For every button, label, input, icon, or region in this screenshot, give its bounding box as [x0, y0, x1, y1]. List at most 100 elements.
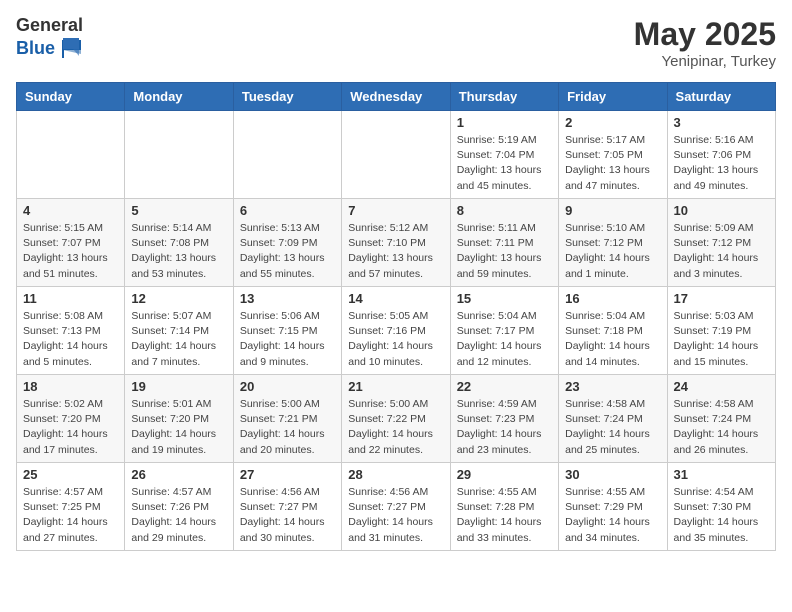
day-number: 3: [674, 115, 769, 130]
day-info: Sunrise: 5:01 AMSunset: 7:20 PMDaylight:…: [131, 397, 226, 458]
calendar-cell: 31 Sunrise: 4:54 AMSunset: 7:30 PMDayligh…: [667, 463, 775, 551]
weekday-header-sunday: Sunday: [17, 83, 125, 111]
day-number: 1: [457, 115, 552, 130]
day-info: Sunrise: 4:58 AMSunset: 7:24 PMDaylight:…: [565, 397, 660, 458]
day-number: 2: [565, 115, 660, 130]
day-number: 10: [674, 203, 769, 218]
day-info: Sunrise: 5:08 AMSunset: 7:13 PMDaylight:…: [23, 309, 118, 370]
calendar-cell: 23 Sunrise: 4:58 AMSunset: 7:24 PMDayligh…: [559, 375, 667, 463]
calendar-cell: 8 Sunrise: 5:11 AMSunset: 7:11 PMDaylight…: [450, 199, 558, 287]
day-number: 29: [457, 467, 552, 482]
weekday-header-tuesday: Tuesday: [233, 83, 341, 111]
calendar-cell: 21 Sunrise: 5:00 AMSunset: 7:22 PMDayligh…: [342, 375, 450, 463]
day-number: 13: [240, 291, 335, 306]
day-info: Sunrise: 5:14 AMSunset: 7:08 PMDaylight:…: [131, 221, 226, 282]
calendar-cell: 3 Sunrise: 5:16 AMSunset: 7:06 PMDaylight…: [667, 111, 775, 199]
calendar-cell: 26 Sunrise: 4:57 AMSunset: 7:26 PMDayligh…: [125, 463, 233, 551]
day-info: Sunrise: 5:16 AMSunset: 7:06 PMDaylight:…: [674, 133, 769, 194]
day-info: Sunrise: 5:12 AMSunset: 7:10 PMDaylight:…: [348, 221, 443, 282]
day-info: Sunrise: 4:58 AMSunset: 7:24 PMDaylight:…: [674, 397, 769, 458]
day-number: 7: [348, 203, 443, 218]
calendar-cell: 30 Sunrise: 4:55 AMSunset: 7:29 PMDayligh…: [559, 463, 667, 551]
calendar-cell: 16Sunrise: 5:04 AMSunset: 7:18 PMDayligh…: [559, 287, 667, 375]
day-info: Sunrise: 5:05 AMSunset: 7:16 PMDaylight:…: [348, 309, 443, 370]
day-info: Sunrise: 5:02 AMSunset: 7:20 PMDaylight:…: [23, 397, 118, 458]
day-info: Sunrise: 4:55 AMSunset: 7:29 PMDaylight:…: [565, 485, 660, 546]
day-info: Sunrise: 5:11 AMSunset: 7:11 PMDaylight:…: [457, 221, 552, 282]
day-number: 28: [348, 467, 443, 482]
day-number: 23: [565, 379, 660, 394]
calendar-cell: 13Sunrise: 5:06 AMSunset: 7:15 PMDayligh…: [233, 287, 341, 375]
calendar-cell: [233, 111, 341, 199]
weekday-header-saturday: Saturday: [667, 83, 775, 111]
weekday-header-friday: Friday: [559, 83, 667, 111]
day-number: 25: [23, 467, 118, 482]
day-number: 21: [348, 379, 443, 394]
week-row-5: 25 Sunrise: 4:57 AMSunset: 7:25 PMDayligh…: [17, 463, 776, 551]
title-block: May 2025 Yenipinar, Turkey: [634, 16, 776, 70]
day-number: 24: [674, 379, 769, 394]
day-info: Sunrise: 5:19 AMSunset: 7:04 PMDaylight:…: [457, 133, 552, 194]
calendar-title: May 2025: [634, 16, 776, 53]
weekday-header-monday: Monday: [125, 83, 233, 111]
calendar-cell: 9 Sunrise: 5:10 AMSunset: 7:12 PMDaylight…: [559, 199, 667, 287]
day-info: Sunrise: 4:57 AMSunset: 7:26 PMDaylight:…: [131, 485, 226, 546]
day-info: Sunrise: 4:56 AMSunset: 7:27 PMDaylight:…: [348, 485, 443, 546]
calendar-cell: 15 Sunrise: 5:04 AMSunset: 7:17 PMDayligh…: [450, 287, 558, 375]
day-number: 27: [240, 467, 335, 482]
calendar-cell: [342, 111, 450, 199]
calendar-cell: 27 Sunrise: 4:56 AMSunset: 7:27 PMDayligh…: [233, 463, 341, 551]
day-number: 18: [23, 379, 118, 394]
calendar-cell: 10 Sunrise: 5:09 AMSunset: 7:12 PMDayligh…: [667, 199, 775, 287]
calendar-cell: 2 Sunrise: 5:17 AMSunset: 7:05 PMDaylight…: [559, 111, 667, 199]
day-info: Sunrise: 5:10 AMSunset: 7:12 PMDaylight:…: [565, 221, 660, 282]
day-info: Sunrise: 4:56 AMSunset: 7:27 PMDaylight:…: [240, 485, 335, 546]
calendar-cell: 28 Sunrise: 4:56 AMSunset: 7:27 PMDayligh…: [342, 463, 450, 551]
day-info: Sunrise: 5:04 AMSunset: 7:17 PMDaylight:…: [457, 309, 552, 370]
day-info: Sunrise: 5:03 AMSunset: 7:19 PMDaylight:…: [674, 309, 769, 370]
calendar-cell: [125, 111, 233, 199]
calendar-cell: 12 Sunrise: 5:07 AMSunset: 7:14 PMDayligh…: [125, 287, 233, 375]
calendar-cell: 4 Sunrise: 5:15 AMSunset: 7:07 PMDaylight…: [17, 199, 125, 287]
calendar-cell: 17 Sunrise: 5:03 AMSunset: 7:19 PMDayligh…: [667, 287, 775, 375]
day-info: Sunrise: 4:54 AMSunset: 7:30 PMDaylight:…: [674, 485, 769, 546]
day-number: 12: [131, 291, 226, 306]
day-info: Sunrise: 5:15 AMSunset: 7:07 PMDaylight:…: [23, 221, 118, 282]
day-number: 17: [674, 291, 769, 306]
calendar-cell: 18 Sunrise: 5:02 AMSunset: 7:20 PMDayligh…: [17, 375, 125, 463]
calendar-cell: 22Sunrise: 4:59 AMSunset: 7:23 PMDayligh…: [450, 375, 558, 463]
day-number: 19: [131, 379, 226, 394]
day-info: Sunrise: 5:07 AMSunset: 7:14 PMDaylight:…: [131, 309, 226, 370]
calendar-cell: 20 Sunrise: 5:00 AMSunset: 7:21 PMDayligh…: [233, 375, 341, 463]
weekday-header-wednesday: Wednesday: [342, 83, 450, 111]
day-info: Sunrise: 5:00 AMSunset: 7:22 PMDaylight:…: [348, 397, 443, 458]
calendar-cell: 24 Sunrise: 4:58 AMSunset: 7:24 PMDayligh…: [667, 375, 775, 463]
calendar-cell: 5 Sunrise: 5:14 AMSunset: 7:08 PMDaylight…: [125, 199, 233, 287]
calendar-cell: 6 Sunrise: 5:13 AMSunset: 7:09 PMDaylight…: [233, 199, 341, 287]
day-info: Sunrise: 4:57 AMSunset: 7:25 PMDaylight:…: [23, 485, 118, 546]
day-number: 31: [674, 467, 769, 482]
day-info: Sunrise: 5:13 AMSunset: 7:09 PMDaylight:…: [240, 221, 335, 282]
day-number: 6: [240, 203, 335, 218]
week-row-2: 4 Sunrise: 5:15 AMSunset: 7:07 PMDaylight…: [17, 199, 776, 287]
day-info: Sunrise: 5:09 AMSunset: 7:12 PMDaylight:…: [674, 221, 769, 282]
day-number: 8: [457, 203, 552, 218]
weekday-header-thursday: Thursday: [450, 83, 558, 111]
day-number: 20: [240, 379, 335, 394]
calendar-cell: [17, 111, 125, 199]
day-info: Sunrise: 5:17 AMSunset: 7:05 PMDaylight:…: [565, 133, 660, 194]
day-number: 4: [23, 203, 118, 218]
calendar-cell: 19 Sunrise: 5:01 AMSunset: 7:20 PMDayligh…: [125, 375, 233, 463]
day-number: 26: [131, 467, 226, 482]
calendar-cell: 29Sunrise: 4:55 AMSunset: 7:28 PMDayligh…: [450, 463, 558, 551]
day-number: 9: [565, 203, 660, 218]
calendar-cell: 1 Sunrise: 5:19 AMSunset: 7:04 PMDaylight…: [450, 111, 558, 199]
day-number: 30: [565, 467, 660, 482]
day-info: Sunrise: 5:00 AMSunset: 7:21 PMDaylight:…: [240, 397, 335, 458]
calendar-location: Yenipinar, Turkey: [634, 53, 776, 70]
day-number: 15: [457, 291, 552, 306]
calendar-cell: 25 Sunrise: 4:57 AMSunset: 7:25 PMDayligh…: [17, 463, 125, 551]
week-row-3: 11Sunrise: 5:08 AMSunset: 7:13 PMDayligh…: [17, 287, 776, 375]
day-number: 5: [131, 203, 226, 218]
day-number: 22: [457, 379, 552, 394]
